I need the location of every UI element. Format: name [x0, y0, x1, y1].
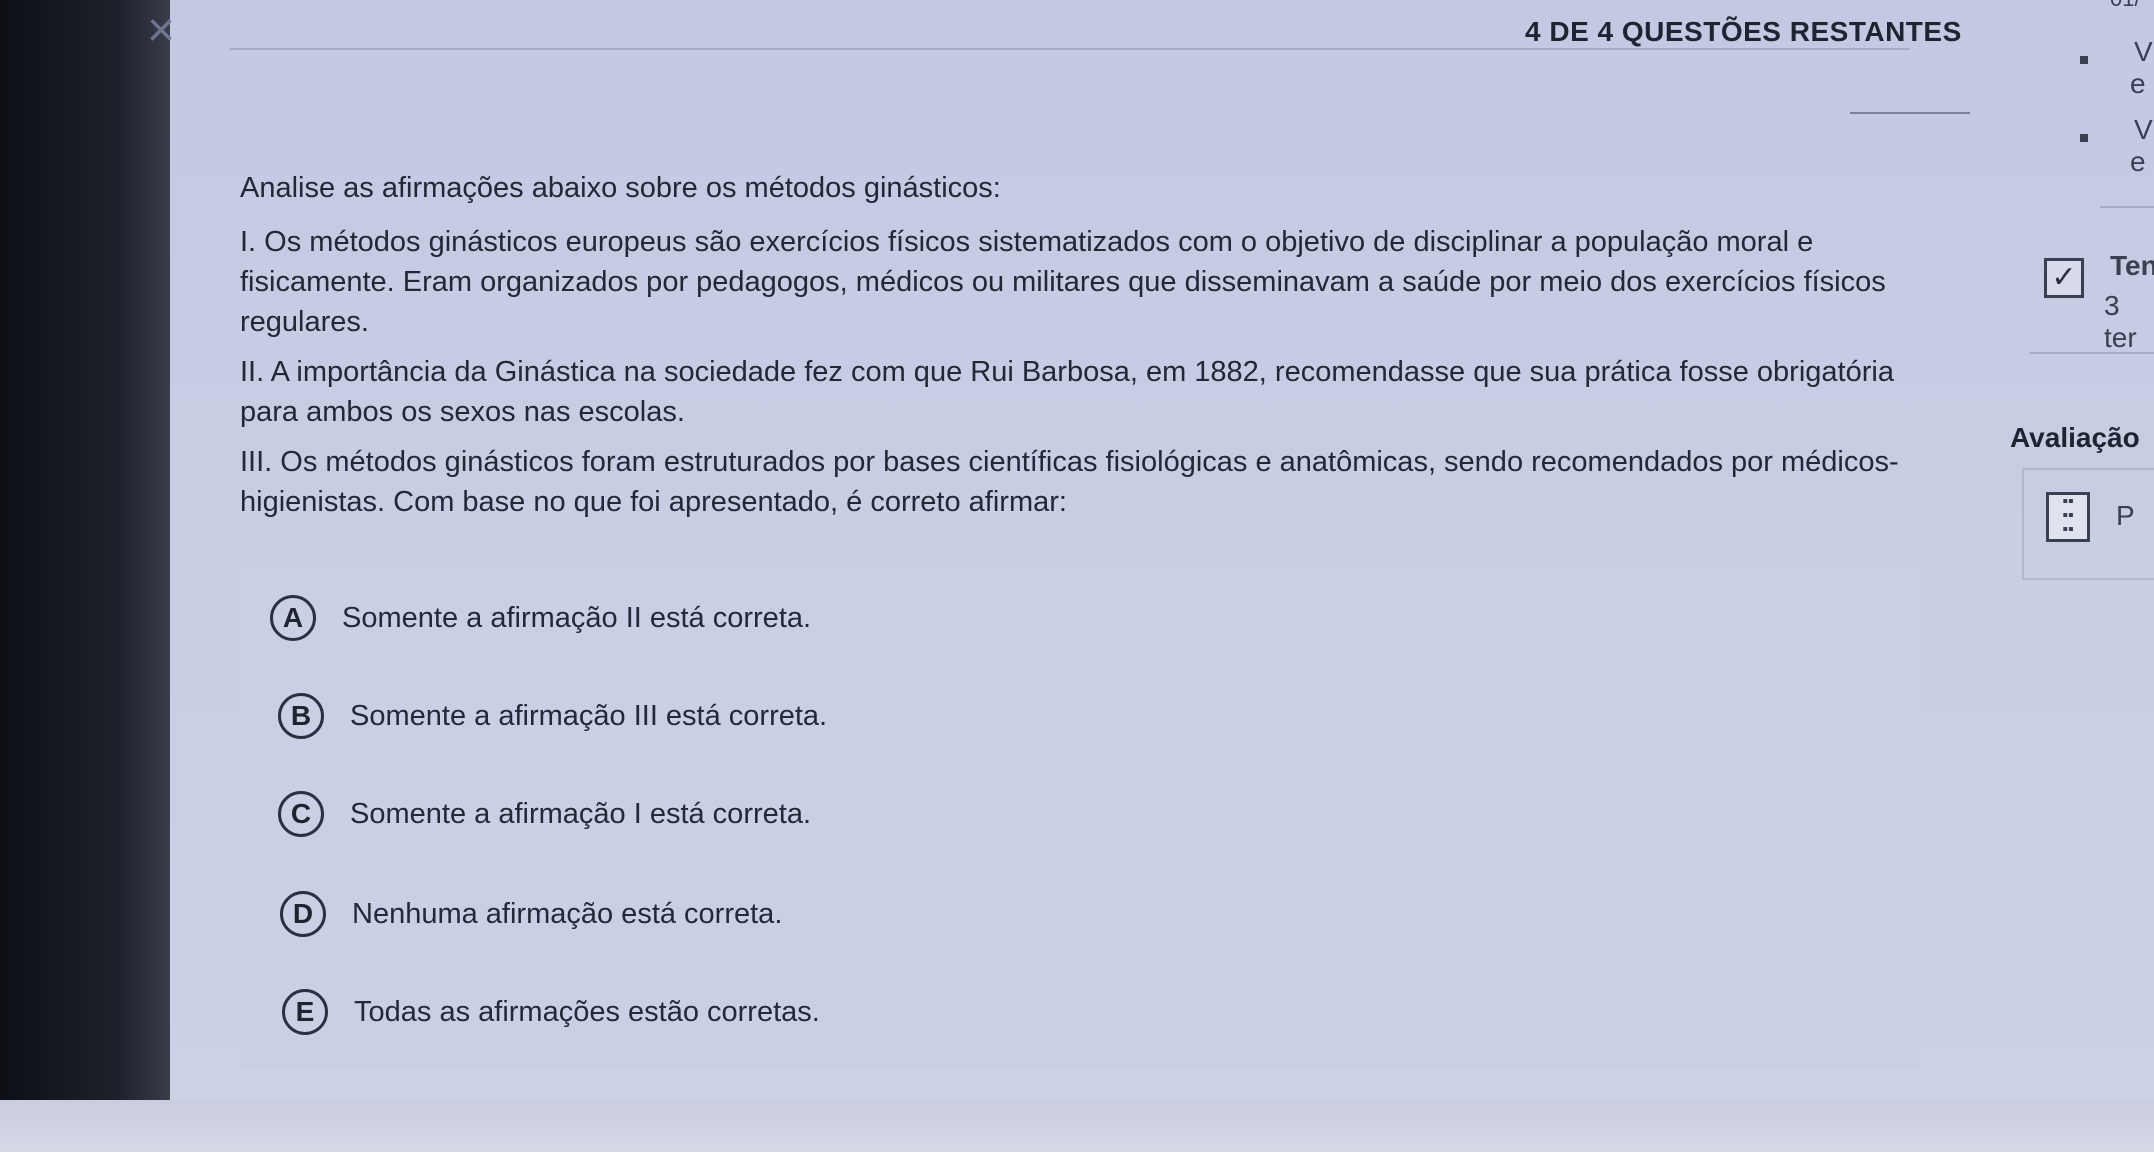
sidebar-divider: [2100, 206, 2154, 208]
attempts-label: Tent: [2110, 250, 2154, 281]
attempts-value: 3 ter: [2104, 290, 2137, 353]
statement-2: II. A importância da Ginástica na socied…: [240, 356, 1894, 428]
option-d[interactable]: D Nenhuma afirmação está correta.: [280, 884, 782, 944]
option-text: Somente a afirmação II está correta.: [342, 601, 812, 634]
sidebar-fragment: V: [2134, 114, 2153, 145]
question-text-block: Analise as afirmações abaixo sobre os mé…: [240, 168, 1920, 532]
header-divider: [230, 48, 1910, 50]
grid-icon: ▪▪ ▪▪ ▪▪: [2046, 492, 2090, 542]
evaluation-item-label: P: [2116, 500, 2135, 531]
questions-remaining-label: 4 DE 4 QUESTÕES RESTANTES: [1525, 16, 1962, 47]
option-letter: B: [278, 693, 324, 739]
option-letter: A: [270, 595, 316, 641]
statement-3: III. Os métodos ginásticos foram estrutu…: [240, 446, 1899, 518]
sidebar-fragment: e: [2130, 68, 2146, 99]
decorative-dash: [1850, 112, 1970, 114]
option-b[interactable]: B Somente a afirmação III está correta.: [278, 686, 827, 746]
checkbox-icon: ✓: [2044, 258, 2084, 298]
sidebar-fragment: e: [2130, 146, 2146, 177]
top-right-fragment: 01/: [2110, 0, 2141, 12]
option-e[interactable]: E Todas as afirmações estão corretas.: [282, 982, 820, 1042]
option-a[interactable]: A Somente a afirmação II está correta.: [270, 588, 811, 648]
question-intro: Analise as afirmações abaixo sobre os mé…: [240, 172, 1001, 204]
option-letter: D: [280, 891, 326, 937]
option-text: Somente a afirmação I está correta.: [350, 797, 811, 830]
option-text: Somente a afirmação III está correta.: [350, 699, 828, 732]
option-letter: E: [282, 989, 328, 1035]
close-icon[interactable]: ×: [138, 7, 184, 55]
sidebar-bullet: [2080, 134, 2088, 142]
sidebar-divider: [2030, 352, 2154, 354]
evaluation-label: Avaliação: [2010, 422, 2140, 453]
sidebar-fragment: V: [2134, 36, 2153, 67]
answer-options: A Somente a afirmação II está correta. B…: [240, 568, 1920, 1068]
option-c[interactable]: C Somente a afirmação I está correta.: [278, 784, 811, 844]
option-text: Nenhuma afirmação está correta.: [352, 897, 783, 930]
option-text: Todas as afirmações estão corretas.: [354, 995, 820, 1028]
bottom-bar: [0, 1100, 2154, 1152]
option-letter: C: [278, 791, 324, 837]
sidebar-bullet: [2080, 56, 2088, 64]
statement-1: I. Os métodos ginásticos europeus são ex…: [240, 226, 1886, 338]
